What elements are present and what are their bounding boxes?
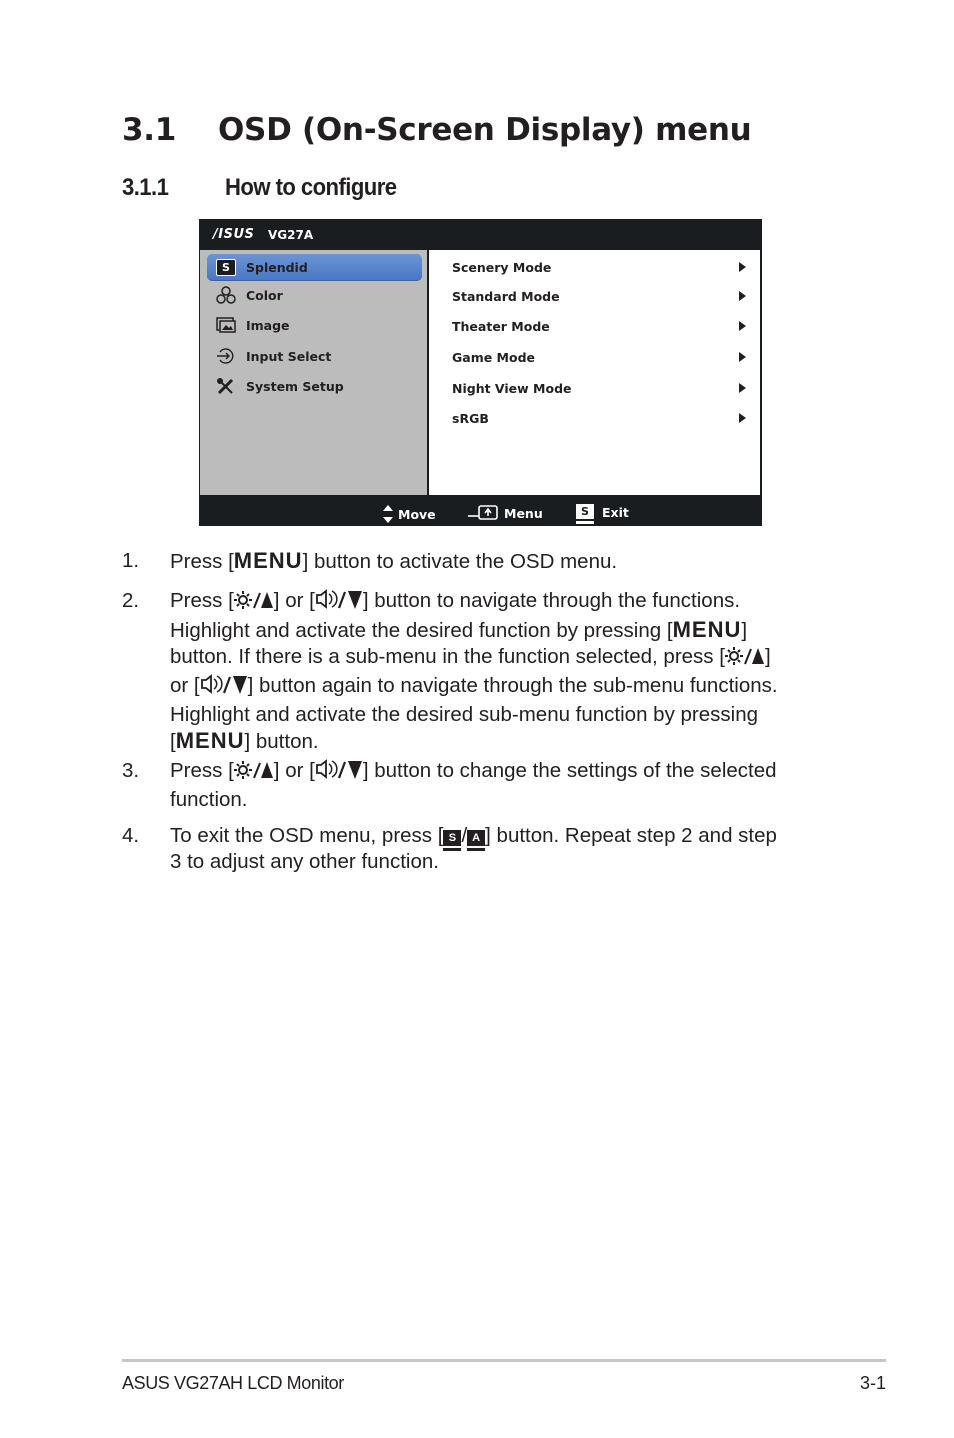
- step-text: ]: [764, 645, 771, 668]
- input-arrow-icon: [215, 346, 237, 366]
- arrow-right-icon: [739, 413, 746, 423]
- arrow-right-icon: [739, 321, 746, 331]
- osd-move-hint: Move: [382, 504, 436, 524]
- up-down-arrows-icon: [383, 505, 393, 523]
- brightness-up-icon: [233, 590, 274, 617]
- osd-item-label: Input Select: [246, 348, 332, 364]
- arrow-right-icon: [739, 291, 746, 301]
- submenu-item-srgb[interactable]: sRGB: [452, 408, 746, 428]
- step-text: Highlight and activate the desired funct…: [170, 619, 673, 642]
- osd-exit-hint: S Exit: [576, 504, 629, 521]
- step-text: ]: [741, 619, 748, 642]
- menu-key-label: MENU: [175, 728, 245, 753]
- footer-page-number: 3-1: [859, 1373, 886, 1393]
- subsection-heading: 3.1.1 How to configure: [122, 174, 397, 202]
- step-text: ] button.: [244, 730, 319, 753]
- osd-item-splendid[interactable]: S Splendid: [207, 254, 422, 281]
- section-number: 3.1: [122, 112, 177, 148]
- footer-product-name: ASUS VG27AH LCD Monitor: [122, 1373, 344, 1393]
- step-text: Highlight and activate the desired sub-m…: [170, 703, 759, 726]
- arrow-right-icon: [739, 352, 746, 362]
- osd-main-menu: S Splendid Color Image Input Select Syst…: [200, 250, 428, 495]
- step-number: 4.: [122, 824, 140, 847]
- osd-submenu: Scenery Mode Standard Mode Theater Mode …: [429, 250, 760, 495]
- section-title: OSD (On-Screen Display) menu: [218, 112, 752, 148]
- rgb-circles-icon: [215, 285, 237, 305]
- step-text: Press [: [170, 589, 234, 612]
- arrow-right-icon: [739, 262, 746, 272]
- step-text: ] button. Repeat step 2 and step: [485, 824, 777, 847]
- osd-header: /ISUS VG27A: [199, 219, 762, 250]
- volume-down-icon: [315, 758, 363, 787]
- s-key-icon: S: [443, 830, 462, 848]
- splendid-s-icon: S: [215, 257, 237, 277]
- step-text: ] or [: [273, 759, 315, 782]
- osd-item-system-setup[interactable]: System Setup: [207, 373, 422, 399]
- submenu-item-game-mode[interactable]: Game Mode: [452, 347, 746, 367]
- step-number: 1.: [122, 549, 140, 572]
- osd-item-label: Image: [246, 317, 290, 333]
- brightness-up-icon: [724, 646, 765, 673]
- step-number: 3.: [122, 759, 140, 782]
- section-heading: 3.1 OSD (On-Screen Display) menu: [122, 112, 752, 148]
- subsection-title: How to configure: [225, 174, 397, 201]
- asus-logo: /ISUS: [213, 227, 255, 242]
- osd-item-image[interactable]: Image: [207, 312, 422, 338]
- submenu-label: Standard Mode: [452, 288, 560, 304]
- osd-item-label: Splendid: [246, 259, 308, 275]
- step-text: function.: [170, 788, 248, 811]
- osd-footer: Move Menu S Exit: [199, 495, 762, 526]
- osd-move-label: Move: [398, 506, 436, 522]
- step-text: or [: [170, 674, 200, 697]
- image-icon: [215, 315, 237, 335]
- step-text: ] button again to navigate through the s…: [247, 674, 778, 697]
- submenu-label: sRGB: [452, 410, 489, 426]
- step-text: To exit the OSD menu, press [: [170, 824, 444, 847]
- submenu-label: Theater Mode: [452, 318, 550, 334]
- menu-enter-icon: [468, 505, 498, 520]
- osd-menu-label: Menu: [504, 505, 543, 521]
- submenu-item-scenery-mode[interactable]: Scenery Mode: [452, 257, 746, 277]
- step-text: ] button to change the settings of the s…: [362, 759, 777, 782]
- step-text: 3 to adjust any other function.: [170, 850, 439, 873]
- step-number: 2.: [122, 589, 140, 612]
- step-text: Press [: [170, 550, 234, 573]
- step-text: ] button to activate the OSD menu.: [302, 550, 618, 573]
- osd-menu-hint: Menu: [467, 504, 543, 522]
- osd-menu-screenshot: /ISUS VG27A S Splendid Color Image Input…: [199, 219, 762, 526]
- osd-item-label: System Setup: [246, 378, 344, 394]
- osd-item-label: Color: [246, 287, 283, 303]
- step-text: ] button to navigate through the functio…: [362, 589, 741, 612]
- step-text: ] or [: [273, 589, 315, 612]
- a-key-icon: A: [467, 830, 486, 848]
- menu-key-label: MENU: [672, 617, 742, 642]
- tools-icon: [215, 376, 237, 396]
- submenu-label: Scenery Mode: [452, 259, 552, 275]
- submenu-item-standard-mode[interactable]: Standard Mode: [452, 286, 746, 306]
- osd-exit-label: Exit: [602, 505, 629, 520]
- volume-down-icon: [315, 588, 363, 617]
- submenu-item-theater-mode[interactable]: Theater Mode: [452, 316, 746, 336]
- exit-s-icon: S: [576, 504, 594, 521]
- step-text: button. If there is a sub-menu in the fu…: [170, 645, 725, 668]
- brightness-up-icon: [233, 760, 274, 787]
- subsection-number: 3.1.1: [122, 174, 169, 201]
- arrow-right-icon: [739, 383, 746, 393]
- submenu-label: Night View Mode: [452, 380, 572, 396]
- volume-down-icon: [200, 673, 248, 702]
- osd-item-color[interactable]: Color: [207, 282, 422, 308]
- step-text: Press [: [170, 759, 234, 782]
- submenu-label: Game Mode: [452, 349, 536, 365]
- menu-key-label: MENU: [233, 548, 303, 573]
- footer-divider: [122, 1359, 886, 1362]
- osd-item-input-select[interactable]: Input Select: [207, 343, 422, 369]
- submenu-item-night-view-mode[interactable]: Night View Mode: [452, 378, 746, 398]
- osd-model: VG27A: [268, 228, 314, 242]
